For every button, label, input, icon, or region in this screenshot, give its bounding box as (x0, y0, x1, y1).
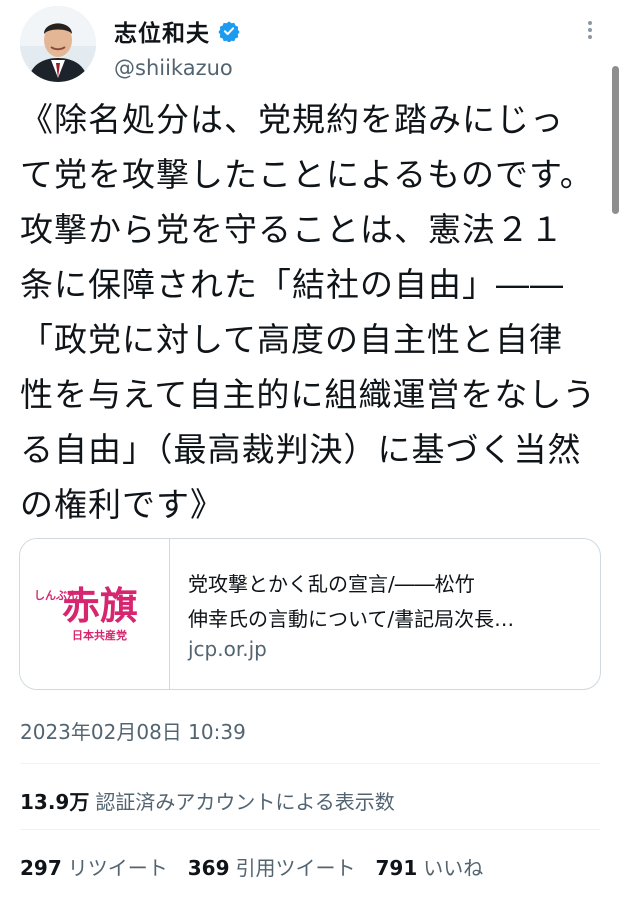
author-name-row[interactable]: 志位和夫 (114, 14, 240, 48)
avatar-photo (20, 6, 96, 82)
verified-badge-icon (218, 21, 240, 42)
card-title: 党攻撃とかく乱の宣言/――松竹 伸幸氏の言動について/書記局次長… (188, 572, 515, 631)
avatar[interactable] (20, 6, 96, 82)
retweets-count: 297 (20, 856, 62, 880)
likes-stat[interactable]: 791 いいね (376, 852, 484, 881)
views-row: 13.9万 認証済みアカウントによる表示数 (20, 786, 395, 815)
retweets-stat[interactable]: 297 リツイート (20, 852, 168, 881)
more-options-icon[interactable] (580, 18, 600, 46)
tweet-text: 《除名処分は、党規約を踏みにじっ て党を攻撃したことによるものです。 攻撃から党… (20, 100, 597, 524)
quotes-count: 369 (187, 856, 230, 880)
tweet-timestamp[interactable]: 2023年02月08日 10:39 (20, 716, 246, 745)
quotes-label: 引用ツイート (235, 856, 356, 880)
author-display-name[interactable]: 志位和夫 (114, 14, 210, 48)
logo-kanji: 赤旗 (62, 584, 138, 628)
retweets-label: リツイート (67, 856, 168, 880)
scrollbar[interactable] (612, 66, 619, 214)
link-card[interactable]: しんぶん 赤旗 日本共産党 党攻撃とかく乱の宣言/――松竹 伸幸氏の言動について… (19, 538, 601, 690)
divider (20, 829, 600, 830)
author-handle[interactable]: @shiikazuo (114, 56, 233, 80)
card-domain: jcp.or.jp (188, 637, 267, 661)
likes-label: いいね (423, 856, 484, 880)
divider (20, 763, 600, 764)
engagement-stats: 297 リツイート 369 引用ツイート 791 いいね (20, 852, 483, 881)
quotes-stat[interactable]: 369 引用ツイート (188, 852, 356, 881)
card-thumbnail: しんぶん 赤旗 日本共産党 (20, 539, 170, 689)
akahata-logo: しんぶん 赤旗 日本共産党 (34, 584, 138, 642)
tweet-detail: 志位和夫 @shiikazuo 《除名処分は、党規約を踏みにじっ て党を攻撃した… (0, 0, 620, 906)
views-label: 認証済みアカウントによる表示数 (95, 790, 395, 814)
likes-count: 791 (375, 856, 418, 880)
views-count: 13.9万 (20, 790, 90, 814)
logo-sub: 日本共産党 (72, 628, 127, 642)
